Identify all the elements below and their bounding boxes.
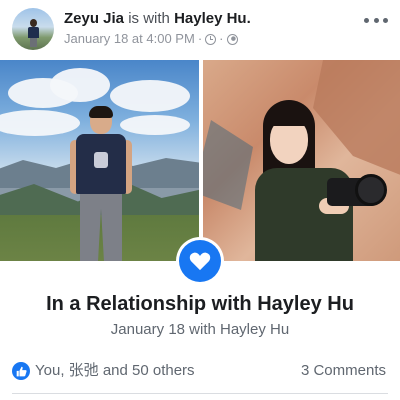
avatar-figure — [28, 19, 39, 47]
life-event-title: In a Relationship with Hayley Hu — [46, 293, 354, 315]
author-avatar[interactable] — [12, 8, 54, 50]
photo-hayley[interactable] — [203, 60, 400, 261]
feed-post: Zeyu Jia is with Hayley Hu. January 18 a… — [0, 0, 400, 400]
post-meta: January 18 at 4:00 PM · · — [64, 31, 238, 47]
post-header: Zeyu Jia is with Hayley Hu. January 18 a… — [0, 0, 400, 58]
reactions-summary[interactable]: You, 张弛 and 50 others — [35, 362, 195, 380]
life-event-subtitle: January 18 with Hayley Hu — [110, 321, 290, 338]
person-figure — [255, 100, 395, 261]
meta-separator: · — [197, 31, 203, 46]
thumbs-up-icon — [12, 362, 30, 380]
connector-text: is with — [128, 10, 170, 27]
person-figure — [70, 106, 132, 261]
more-options-icon[interactable] — [364, 10, 388, 30]
post-title-line: Zeyu Jia is with Hayley Hu. — [64, 10, 251, 28]
meta-separator: · — [219, 31, 224, 46]
author-name-link[interactable]: Zeyu Jia — [64, 10, 124, 27]
post-footer: You, 张弛 and 50 others 3 Comments — [0, 356, 400, 386]
globe-icon[interactable] — [226, 33, 238, 45]
clock-icon — [205, 33, 217, 45]
post-timestamp[interactable]: January 18 at 4:00 PM — [64, 31, 195, 47]
relationship-badge — [176, 237, 224, 285]
heart-icon — [179, 240, 221, 282]
photo-zeyu[interactable] — [0, 60, 199, 261]
footer-divider — [12, 393, 388, 394]
comments-count[interactable]: 3 Comments — [301, 362, 386, 380]
tagged-name-link[interactable]: Hayley Hu. — [174, 10, 251, 27]
